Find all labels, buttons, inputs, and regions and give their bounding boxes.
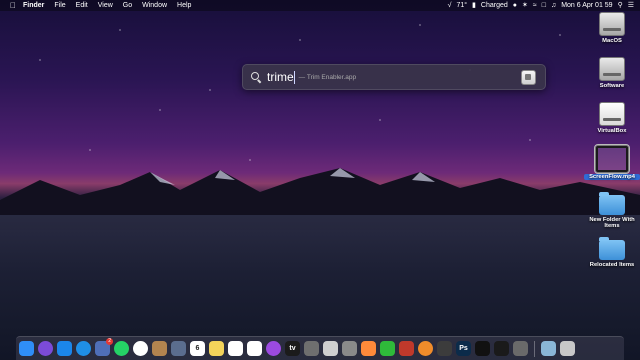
search-suggestion: — Trim Enabler.app (298, 73, 357, 81)
hard-drive-icon (599, 12, 625, 36)
dock-activity-monitor-icon[interactable] (475, 341, 490, 356)
dock-preview-icon[interactable] (323, 341, 338, 356)
dock-terminal-icon[interactable] (494, 341, 509, 356)
bluetooth-icon[interactable]: ✶ (522, 0, 528, 11)
external-drive-icon (599, 102, 625, 126)
dock-photoshop-icon[interactable]: Ps (456, 341, 471, 356)
dock-downloads-icon[interactable] (541, 341, 556, 356)
icon-label: Relocated Items (589, 262, 635, 268)
battery-status[interactable]: Charged (481, 0, 508, 11)
dock-photos-icon[interactable] (247, 341, 262, 356)
folder-icon (599, 192, 625, 215)
folder-icon (599, 237, 625, 260)
icon-label: MacOS (602, 38, 622, 44)
search-query[interactable]: trime (267, 70, 294, 84)
desktop-icon-new-folder[interactable]: New Folder With Items (584, 192, 640, 229)
dock-podcasts-icon[interactable] (266, 341, 281, 356)
volume-icon[interactable]: ♫ (551, 0, 556, 11)
temperature-text[interactable]: 71° (456, 0, 467, 11)
icon-label: New Folder With Items (589, 217, 635, 229)
dock-launchpad-icon[interactable] (171, 341, 186, 356)
dock-app-store-icon[interactable] (57, 341, 72, 356)
spotlight-search-bar[interactable]: trime — Trim Enabler.app (242, 64, 546, 90)
dock-mail-icon[interactable]: 2 (95, 338, 113, 356)
trim-enabler-app-icon[interactable] (521, 70, 536, 85)
menu-window[interactable]: Window (137, 0, 172, 11)
dock-facetime-icon[interactable] (380, 341, 395, 356)
dock-maps-icon[interactable] (361, 341, 376, 356)
video-file-icon (594, 144, 630, 174)
hard-drive-icon (599, 57, 625, 81)
wifi-icon[interactable]: ≈ (533, 0, 537, 11)
search-icon (251, 72, 261, 82)
desktop-icon-relocated-items[interactable]: Relocated Items (584, 237, 640, 268)
dock-reminders-icon[interactable] (228, 341, 243, 356)
dock-icon-glyph: Ps (459, 345, 468, 352)
text-caret (293, 70, 295, 84)
menu-bar:  Finder File Edit View Go Window Help √… (0, 0, 640, 11)
desktop-icon-software[interactable]: Software (584, 57, 640, 89)
dock-messages-icon[interactable] (133, 341, 148, 356)
dock-whatsapp-icon[interactable] (114, 341, 129, 356)
menu-view[interactable]: View (93, 0, 118, 11)
dock: 2 6 tv Ps (16, 336, 624, 360)
thermometer-icon[interactable]: √ (448, 0, 452, 11)
dock-icon-glyph: 6 (195, 345, 200, 352)
dock-screenshot-icon[interactable] (513, 341, 528, 356)
dock-siri-icon[interactable] (38, 341, 53, 356)
menu-file[interactable]: File (49, 0, 70, 11)
dock-photo-booth-icon[interactable] (399, 341, 414, 356)
airplay-icon[interactable]: □ (542, 0, 546, 11)
headphones-icon[interactable]: ● (513, 0, 517, 11)
dock-safari-icon[interactable] (76, 341, 91, 356)
dock-notes-icon[interactable] (209, 341, 224, 356)
menu-edit[interactable]: Edit (71, 0, 93, 11)
apple-logo-icon[interactable]:  (8, 0, 18, 11)
battery-icon[interactable]: ▮ (472, 0, 476, 11)
dock-badge: 2 (106, 338, 113, 345)
dock-final-cut-pro-icon[interactable] (437, 341, 452, 356)
dock-calendar-icon[interactable]: 6 (190, 341, 205, 356)
menu-go[interactable]: Go (118, 0, 137, 11)
dock-system-preferences-icon[interactable] (342, 341, 357, 356)
menu-help[interactable]: Help (172, 0, 196, 11)
datetime[interactable]: Mon 6 Apr 01 59 (561, 0, 612, 11)
dock-trash-icon[interactable] (560, 341, 575, 356)
dock-notes-book-icon[interactable] (152, 341, 167, 356)
dock-apple-tv-icon[interactable]: tv (285, 341, 300, 356)
dock-icon-glyph: tv (289, 345, 296, 352)
menu-finder[interactable]: Finder (18, 0, 49, 11)
desktop-icon-macos[interactable]: MacOS (584, 12, 640, 44)
icon-label: VirtualBox (597, 128, 627, 134)
desktop-icon-screenflow[interactable]: ScreenFlow.mp4 (584, 144, 640, 180)
dock-finder-icon[interactable] (19, 341, 34, 356)
spotlight-menu-icon[interactable]: ⚲ (618, 0, 623, 11)
icon-label: ScreenFlow.mp4 (584, 174, 640, 180)
control-icon[interactable]: ☰ (628, 0, 634, 11)
dock-automator-icon[interactable] (304, 341, 319, 356)
status-area: √ 71° ▮ Charged ● ✶ ≈ □ ♫ Mon 6 Apr 01 5… (448, 0, 634, 11)
desktop-icon-virtualbox[interactable]: VirtualBox (584, 102, 640, 134)
dock-separator (534, 340, 535, 357)
dock-books-icon[interactable] (418, 341, 433, 356)
icon-label: Software (599, 83, 625, 89)
